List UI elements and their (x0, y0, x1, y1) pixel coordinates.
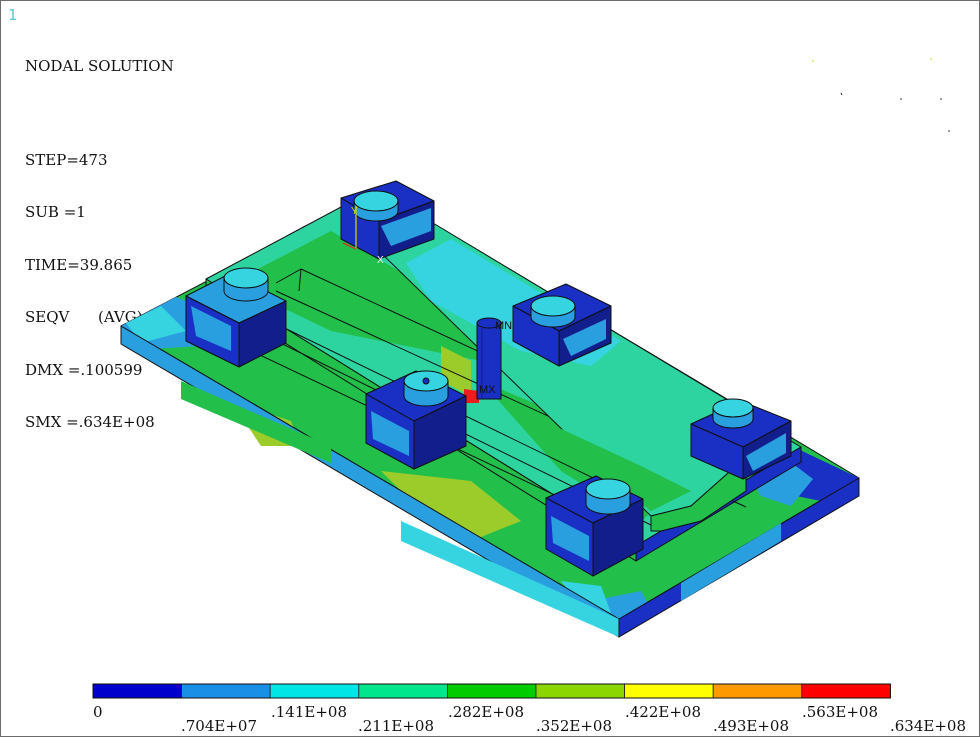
legend-color-cell (801, 683, 891, 699)
legend-label-0: 0 (93, 703, 103, 721)
legend-color-cell (446, 683, 537, 699)
legend-color-cell (535, 683, 625, 699)
legend-color-cell (92, 683, 182, 699)
legend-label-4: .282E+08 (448, 703, 525, 721)
legend-label-8: .563E+08 (802, 703, 879, 721)
legend-label-3: .211E+08 (358, 717, 435, 735)
legend-label-2: .141E+08 (271, 703, 348, 721)
legend-label-5: .352E+08 (536, 717, 613, 735)
legend-color-cell (181, 683, 271, 699)
legend-label-7: .493E+08 (713, 717, 790, 735)
ansys-graphics-window[interactable]: 1 NODAL SOLUTION STEP=473 SUB =1 TIME=39… (0, 0, 980, 737)
legend-label-6: .422E+08 (625, 703, 702, 721)
legend-label-9: .634E+08 (890, 717, 967, 735)
legend-color-cell (712, 683, 803, 699)
contour-legend-bar (92, 683, 891, 699)
legend-label-1: .704E+07 (181, 717, 258, 735)
legend-color-cells (92, 683, 891, 699)
legend-color-cell (624, 683, 714, 699)
legend-color-cell (358, 683, 448, 699)
legend-color-cell (269, 683, 360, 699)
